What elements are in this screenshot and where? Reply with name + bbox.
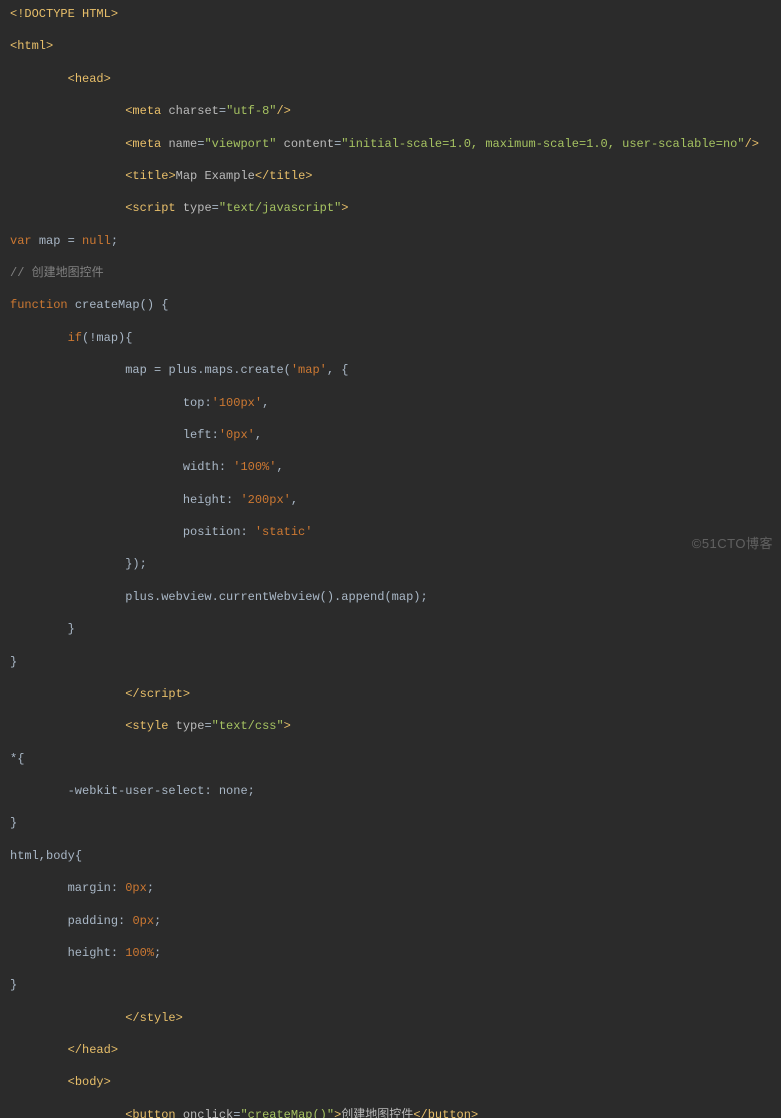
code-line: padding: 0px; (10, 913, 781, 929)
code-line: } (10, 621, 781, 637)
code-line: <meta name="viewport" content="initial-s… (10, 136, 781, 152)
code-line: <meta charset="utf-8"/> (10, 103, 781, 119)
code-line: -webkit-user-select: none; (10, 783, 781, 799)
code-line: height: '200px', (10, 492, 781, 508)
code-line: } (10, 654, 781, 670)
code-line: <style type="text/css"> (10, 718, 781, 734)
code-line: plus.webview.currentWebview().append(map… (10, 589, 781, 605)
code-line: map = plus.maps.create('map', { (10, 362, 781, 378)
code-line: // 创建地图控件 (10, 265, 781, 281)
code-line: html,body{ (10, 848, 781, 864)
code-line: </script> (10, 686, 781, 702)
code-line: left:'0px', (10, 427, 781, 443)
code-line: if(!map){ (10, 330, 781, 346)
code-line: <button onclick="createMap()">创建地图控件</bu… (10, 1107, 781, 1118)
code-line: height: 100%; (10, 945, 781, 961)
code-line: </style> (10, 1010, 781, 1026)
code-line: function createMap() { (10, 297, 781, 313)
code-line: <head> (10, 71, 781, 87)
code-line: <body> (10, 1074, 781, 1090)
code-line: <!DOCTYPE HTML> (10, 6, 781, 22)
code-line: *{ (10, 751, 781, 767)
code-line: margin: 0px; (10, 880, 781, 896)
code-block: <!DOCTYPE HTML> <html> <head> <meta char… (0, 0, 781, 1118)
code-line: <title>Map Example</title> (10, 168, 781, 184)
code-line: } (10, 815, 781, 831)
code-line: } (10, 977, 781, 993)
code-line: top:'100px', (10, 395, 781, 411)
watermark-text: ©51CTO博客 (692, 535, 773, 553)
code-line: </head> (10, 1042, 781, 1058)
code-line: <script type="text/javascript"> (10, 200, 781, 216)
code-line: var map = null; (10, 233, 781, 249)
code-line: position: 'static' (10, 524, 781, 540)
code-line: width: '100%', (10, 459, 781, 475)
code-line: <html> (10, 38, 781, 54)
